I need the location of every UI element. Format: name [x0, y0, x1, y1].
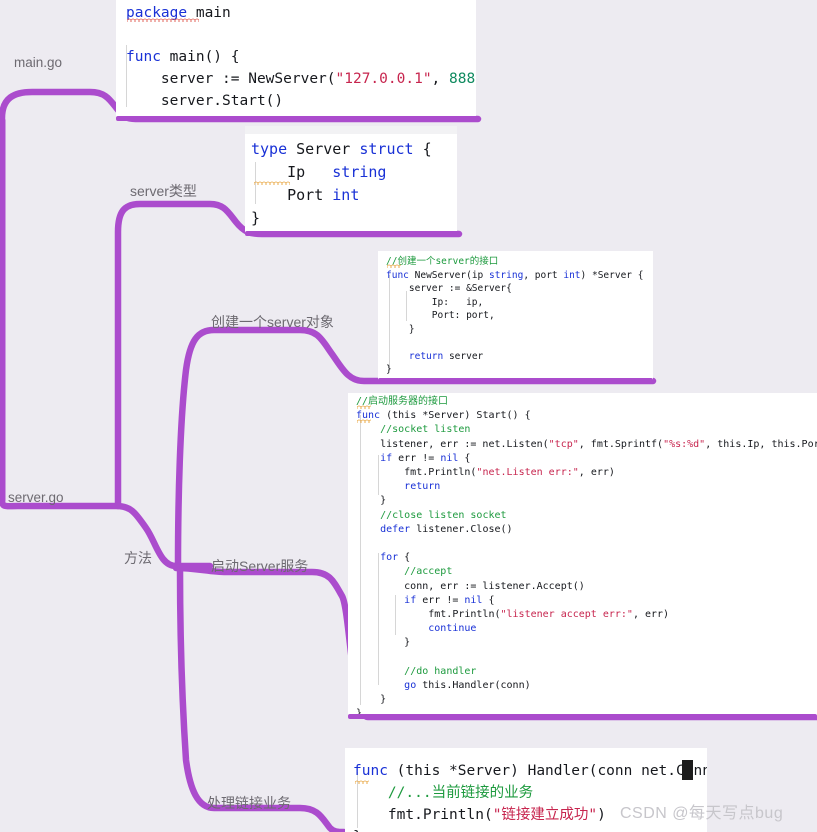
- node-label-server-type[interactable]: server类型: [130, 181, 197, 201]
- node-label-start-server-service[interactable]: 启动Server服务: [211, 556, 308, 576]
- code-card-server-struct[interactable]: type Server struct { Ip string Port int …: [245, 126, 457, 234]
- code-card-main-go[interactable]: package main func main() { server := New…: [116, 0, 476, 120]
- branch-underline-newserver: [378, 378, 653, 383]
- text-caret: [682, 760, 693, 780]
- csdn-watermark: CSDN @每天写点bug: [620, 805, 784, 822]
- code-newserver: //创建一个server的接口 func NewServer(ip string…: [386, 256, 644, 375]
- spellcheck-squiggle: [357, 405, 371, 409]
- spellcheck-squiggle: [387, 264, 401, 268]
- node-label-main-go[interactable]: main.go: [14, 55, 62, 70]
- branch-underline-server-struct: [245, 231, 459, 236]
- spellcheck-squiggle: [127, 18, 199, 22]
- code-start: //启动服务器的接口 func (this *Server) Start() {…: [356, 396, 817, 717]
- branch-underline-start: [348, 714, 817, 719]
- spellcheck-squiggle: [357, 419, 371, 423]
- mindmap-canvas: main.go server.go server类型 方法 创建一个server…: [0, 0, 817, 832]
- branch-underline-main-go: [116, 116, 478, 121]
- spellcheck-squiggle: [355, 780, 369, 784]
- card-top-strip: [245, 126, 457, 134]
- node-label-methods[interactable]: 方法: [124, 548, 152, 568]
- spellcheck-squiggle: [254, 181, 290, 185]
- node-label-create-server-object[interactable]: 创建一个server对象: [211, 312, 334, 332]
- node-label-server-go[interactable]: server.go: [8, 490, 64, 505]
- code-card-newserver[interactable]: //创建一个server的接口 func NewServer(ip string…: [378, 251, 653, 381]
- code-card-start[interactable]: //启动服务器的接口 func (this *Server) Start() {…: [348, 393, 817, 717]
- node-label-handle-connection-business[interactable]: 处理链接业务: [207, 793, 291, 813]
